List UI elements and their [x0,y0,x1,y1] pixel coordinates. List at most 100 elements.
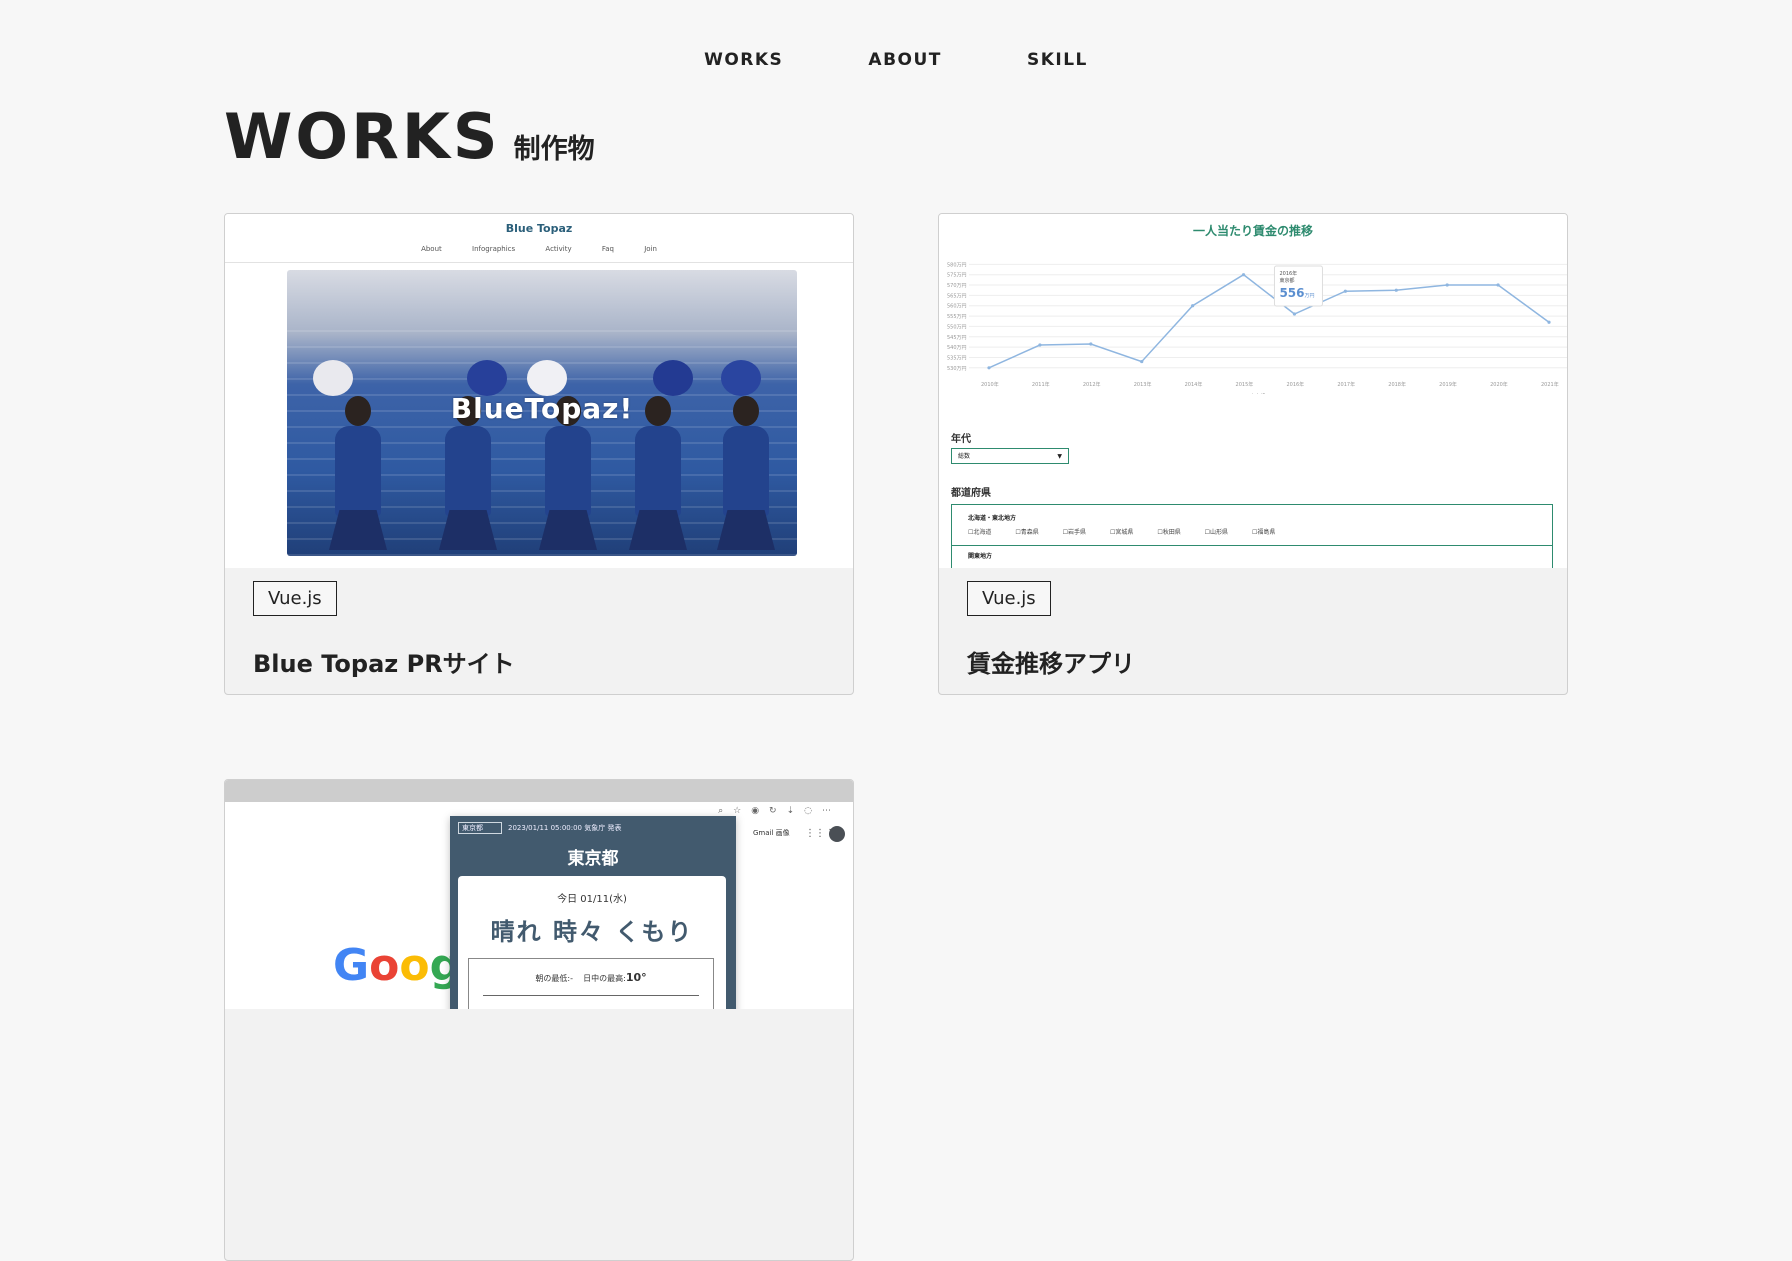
city-name: 東京都 [567,849,619,869]
city-select[interactable]: 東京都 [458,822,502,834]
avatar[interactable] [829,826,845,842]
y-tick-label: 535万円 [947,355,967,361]
heading-en: WORKS [224,100,501,173]
x-tick-label: 2013年 [1134,381,1152,388]
x-tick-label: 2012年 [1083,381,1101,388]
data-point [1343,289,1347,293]
work-thumbnail: 一人当たり賃金の推移 530万円 535万円 540万円 545万円 550万円 555万… [939,214,1567,568]
region-label: 関東地方 [968,553,993,560]
prefecture-checkbox[interactable]: ☐青森県 [1015,529,1038,536]
work-card-wage-app[interactable]: 一人当たり賃金の推移 530万円 535万円 540万円 545万円 550万円 555万… [938,213,1568,695]
site-menu-item: Infographics [472,245,516,253]
data-point [1547,320,1551,324]
x-tick-label: 2021年 [1541,381,1559,388]
forecast-panel: 今日 01/11(水) 晴れ 時々 くもり 朝の最低:- 日中の最高:10° [458,876,726,1009]
nav-works[interactable]: WORKS [704,50,783,70]
data-point [1292,312,1297,316]
data-point [1496,283,1500,287]
cheerleader-figure [527,356,599,556]
prefecture-box: 北海道・東北地方 ☐北海道 ☐青森県 ☐岩手県 ☐宮城県 ☐秋田県 ☐山形県 ☐… [951,504,1553,568]
weather-popup: 東京都 2023/01/11 05:00:00 気象庁 発表 東京都 今日 01/… [450,816,736,1009]
series-line [988,273,1550,369]
age-select-value: 総数 [958,453,971,460]
wage-line-chart: 530万円 535万円 540万円 545万円 550万円 555万円 560万円 565万円… [947,262,1567,394]
gmail-link[interactable]: Gmail 画像 [753,828,790,838]
y-tick-label: 560万円 [947,304,967,310]
tech-tag: Vue.js [967,581,1051,616]
cheerleader-figure [715,356,777,556]
hero-text: BlueTopaz! [450,392,634,425]
x-tick-label: 2010年 [981,381,999,388]
site-menu-item: Faq [601,245,614,253]
work-card-weather-app[interactable]: ⌕☆◉↻⇣◌⋯ Goog Gmail 画像 ⋮⋮⋮ 東京都 2023/01/11 … [224,779,854,1261]
tech-tag: Vue.js [253,581,337,616]
prefecture-checkbox[interactable]: ☐山形県 [1205,529,1228,536]
region-label: 北海道・東北地方 [968,515,1017,522]
y-tick-label: 530万円 [947,366,967,372]
site-menu-item: About [421,245,442,253]
x-tick-label: 2019年 [1439,381,1457,388]
data-point [1445,283,1449,287]
google-logo: Goog [333,940,462,991]
data-point [1191,304,1195,308]
legend-label: 東京都 [1250,393,1265,394]
y-tick-label: 545万円 [947,335,967,341]
cheerleader-figure [313,356,389,556]
hero-image: BlueTopaz! [287,270,797,556]
work-thumbnail: Blue Topaz About Infographics Activity F… [225,214,853,568]
section-heading: WORKS 制作物 [224,100,595,173]
site-logo: Blue Topaz [505,222,573,235]
prefecture-checkbox[interactable]: ☐福島県 [1252,529,1275,536]
nav-about[interactable]: ABOUT [868,50,941,70]
cheerleader-figure [437,356,507,556]
top-nav: WORKS ABOUT SKILL [0,50,1792,70]
y-tick-label: 580万円 [947,262,967,268]
prefecture-checkbox[interactable]: ☐宮城県 [1110,529,1133,536]
age-select[interactable]: 総数 ▼ [951,448,1069,464]
heading-jp: 制作物 [513,134,595,165]
work-thumbnail: ⌕☆◉↻⇣◌⋯ Goog Gmail 画像 ⋮⋮⋮ 東京都 2023/01/11 … [225,780,853,1009]
cheerleader-figure [627,356,693,556]
forecast-condition: 晴れ 時々 くもり [490,918,694,946]
x-tick-label: 2014年 [1185,381,1203,388]
x-tick-label: 2020年 [1490,381,1508,388]
site-menu-item: Activity [545,245,572,253]
y-tick-label: 540万円 [947,345,967,351]
weather-meta: 東京都 2023/01/11 05:00:00 気象庁 発表 [458,822,621,834]
caret-down-icon: ▼ [1057,453,1062,460]
y-tick-label: 550万円 [947,324,967,330]
x-tick-label: 2011年 [1032,381,1050,388]
prefecture-checkbox[interactable]: ☐北海道 [968,529,991,536]
site-menu: About Infographics Activity Faq Join [225,245,853,253]
prefecture-checkbox[interactable]: ☐秋田県 [1157,529,1180,536]
x-tick-label: 2018年 [1388,381,1406,388]
data-point [1241,273,1246,277]
work-title: Blue Topaz PRサイト [253,650,515,678]
site-menu-item: Join [644,245,657,253]
x-tick-label: 2015年 [1236,381,1254,388]
site-header: Blue Topaz About Infographics Activity F… [225,214,853,263]
data-point [987,366,991,370]
prefecture-options: ☐北海道 ☐青森県 ☐岩手県 ☐宮城県 ☐秋田県 ☐山形県 ☐福島県 [968,527,1297,536]
tooltip-value: 556 [1279,286,1304,300]
nav-skill[interactable]: SKILL [1027,50,1088,70]
work-card-blue-topaz[interactable]: Blue Topaz About Infographics Activity F… [224,213,854,695]
temperature-box: 朝の最低:- 日中の最高:10° [468,958,714,1009]
chart-title: 一人当たり賃金の推移 [1192,224,1313,238]
forecast-date: 今日 01/11(水) [557,894,627,905]
y-tick-label: 575万円 [947,273,967,279]
prefecture-checkbox[interactable]: ☐岩手県 [1063,529,1086,536]
x-tick-label: 2016年 [1286,381,1304,388]
forecast-time: 2023/01/11 05:00:00 気象庁 発表 [508,824,622,832]
x-tick-label: 2017年 [1337,381,1355,388]
work-title: 賃金推移アプリ [967,650,1135,678]
age-label: 年代 [951,434,971,445]
data-point [1089,342,1093,346]
y-tick-label: 570万円 [947,283,967,289]
data-point [1038,343,1042,347]
browser-toolbar-icons: ⌕☆◉↻⇣◌⋯ [718,806,841,816]
y-tick-label: 555万円 [947,314,967,320]
y-tick-label: 565万円 [947,293,967,299]
tooltip-unit: 万円 [1304,293,1314,299]
data-point [1140,359,1144,364]
